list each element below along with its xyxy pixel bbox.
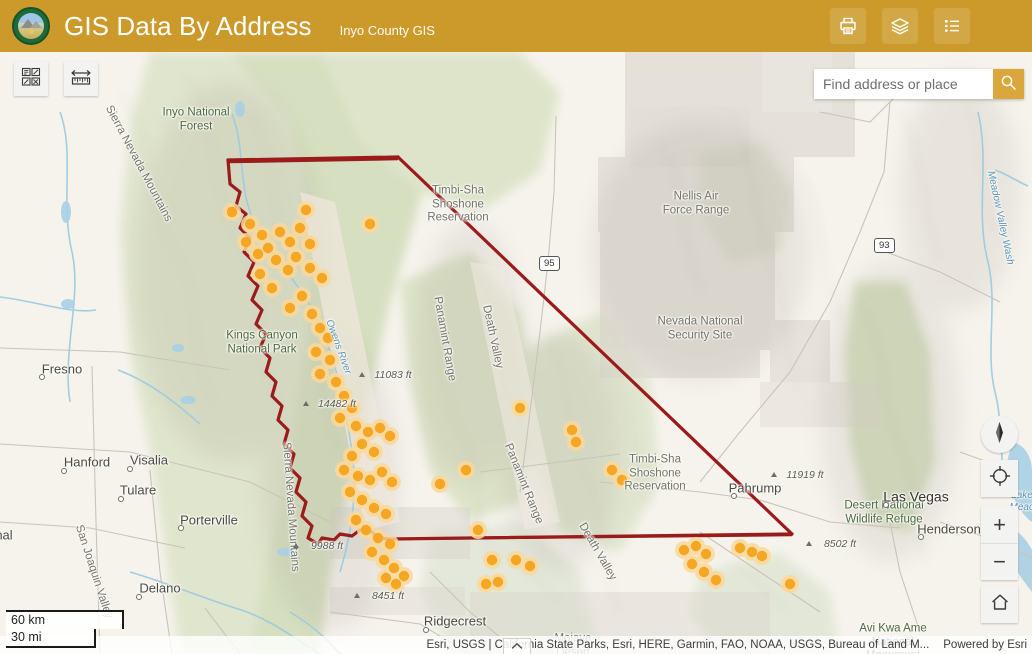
map-tools-group [14,62,98,96]
zoom-in-button[interactable]: + [981,506,1018,543]
locate-button[interactable] [981,460,1018,497]
legend-icon [942,16,962,36]
seal-inner-art [18,13,44,39]
compass-button[interactable] [981,416,1018,453]
print-button[interactable] [830,8,866,44]
map-view[interactable]: Inyo National Forest Sierra Nevada Mounta… [0,52,1032,654]
measure-ruler-icon [69,66,93,93]
map-basemap [0,52,1032,654]
app-subtitle: Inyo County GIS [339,22,435,38]
search-input[interactable] [814,69,993,99]
zoom-controls: + − [981,506,1018,580]
seal-sun-icon [29,29,34,34]
locate-crosshair-icon [989,465,1011,492]
page-title: GIS Data By Address [64,10,312,41]
measure-tool-button[interactable] [64,62,98,96]
attribution-sources: Esri, USGS | California State Parks, Esr… [426,639,930,651]
powered-by-esri: Powered by Esri [943,639,1027,651]
seal-mountain-secondary-icon [30,21,42,28]
title-block: GIS Data By Address Inyo County GIS [64,11,435,42]
select-tool-icon [20,66,42,93]
home-button[interactable] [981,586,1018,623]
search-icon [1000,74,1017,94]
inyo-county-seal-logo [12,7,50,45]
zoom-out-button[interactable]: − [981,543,1018,580]
scale-imperial: 30 mi [6,629,96,648]
search-widget [814,69,1024,99]
layers-icon [890,16,910,36]
scale-bar: 60 km 30 mi [6,610,124,648]
compass-north-icon [992,420,1007,450]
header-actions [830,8,970,44]
select-tool-button[interactable] [14,62,48,96]
home-icon [989,591,1011,618]
print-icon [838,16,858,36]
search-button[interactable] [993,69,1024,99]
scale-metric: 60 km [6,610,124,629]
gis-application: GIS Data By Address Inyo County GIS Inyo… [0,0,1032,654]
layer-list-button[interactable] [882,8,918,44]
legend-button[interactable] [934,8,970,44]
app-header: GIS Data By Address Inyo County GIS [0,0,1032,52]
chevron-up-icon [510,638,524,654]
attribution-expand-button[interactable] [503,638,531,654]
